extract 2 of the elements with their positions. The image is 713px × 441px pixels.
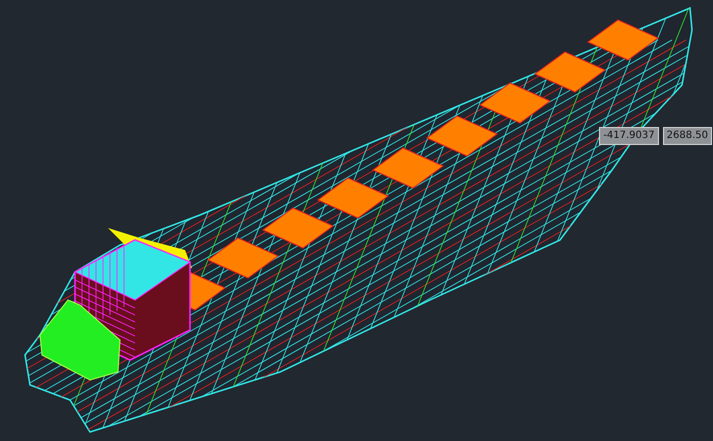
x-coordinate-field[interactable]: -417.9037 (599, 127, 659, 145)
y-coordinate-field[interactable]: 2688.50 (662, 127, 712, 145)
